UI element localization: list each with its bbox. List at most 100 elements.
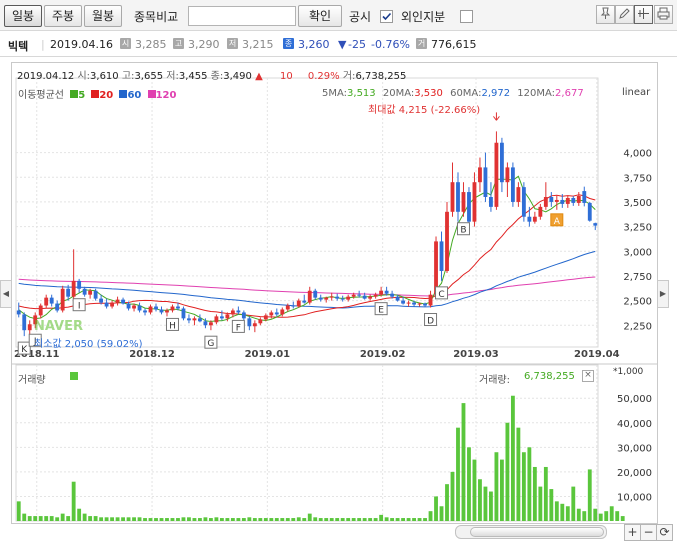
volume-bar bbox=[302, 518, 307, 521]
candle-body bbox=[450, 182, 455, 212]
candle-body bbox=[582, 191, 587, 203]
ma60-value: 2,972 bbox=[481, 88, 511, 99]
ma20-label: 20MA: bbox=[382, 88, 415, 99]
scroll-left-icon[interactable]: ◀ bbox=[0, 280, 12, 308]
zoom-in-icon[interactable]: + bbox=[624, 524, 641, 541]
volume-bar bbox=[318, 518, 323, 521]
candle-body bbox=[362, 295, 367, 299]
pen-icon[interactable] bbox=[615, 5, 634, 24]
volume-bar bbox=[285, 518, 290, 521]
chart-scrollbar[interactable] bbox=[455, 525, 607, 539]
open-badge-icon: 시 bbox=[120, 38, 131, 49]
volume-readout-value: 6,738,255 bbox=[524, 371, 575, 382]
volume-bar bbox=[225, 518, 230, 521]
price-change-pct: -0.76% bbox=[371, 38, 410, 51]
ma-values: 5MA:3,513 20MA:3,530 60MA:2,972 120MA:2,… bbox=[322, 88, 584, 99]
candle-body bbox=[176, 306, 180, 309]
candle-body bbox=[538, 206, 543, 217]
volume-close-icon[interactable]: × bbox=[582, 370, 594, 382]
candle-body bbox=[181, 308, 186, 319]
notice-checkbox[interactable] bbox=[380, 10, 393, 23]
candle-body bbox=[483, 167, 488, 197]
volume-bar bbox=[439, 506, 444, 521]
candle-body bbox=[203, 321, 208, 326]
tab-daily[interactable]: 일봉 bbox=[4, 5, 42, 27]
ma5-line bbox=[18, 175, 596, 323]
price-volume-chart[interactable]: 2,250 2,500 2,750 3,000 3,250 3,500 3,750 4,000… bbox=[12, 63, 657, 523]
candle-body bbox=[110, 302, 115, 307]
volume-bar bbox=[247, 517, 252, 521]
volume-bar bbox=[615, 511, 620, 521]
volume-bar bbox=[93, 516, 98, 521]
check-icon bbox=[382, 12, 392, 21]
volume-title: 거래량 bbox=[18, 375, 46, 386]
scale-toggle[interactable]: linear bbox=[622, 87, 650, 98]
volume-bar bbox=[214, 517, 219, 521]
compare-input[interactable] bbox=[188, 6, 296, 26]
volume-bar bbox=[565, 506, 570, 521]
price-tick-label: 3,000 bbox=[623, 247, 652, 258]
candle-body bbox=[576, 196, 581, 203]
scrollbar-thumb[interactable] bbox=[470, 527, 604, 537]
volume-bar bbox=[291, 518, 296, 521]
open-price: 3,285 bbox=[135, 38, 167, 51]
volume-bar bbox=[252, 518, 257, 521]
ohlc-close: 3,490 bbox=[223, 71, 252, 82]
refresh-icon[interactable]: ⟳ bbox=[656, 524, 673, 541]
candle-body bbox=[494, 142, 499, 207]
volume-bar bbox=[280, 518, 285, 521]
volume-bar bbox=[230, 518, 235, 521]
scroll-right-icon[interactable]: ▶ bbox=[657, 280, 669, 308]
tab-weekly[interactable]: 주봉 bbox=[44, 5, 82, 27]
volume-bar bbox=[159, 518, 164, 521]
ohlc-volume: 6,738,255 bbox=[355, 71, 407, 82]
volume-bar bbox=[121, 517, 125, 521]
tab-monthly[interactable]: 월봉 bbox=[84, 5, 122, 27]
candle-body bbox=[351, 294, 356, 297]
candle-body bbox=[285, 305, 290, 310]
ohlc-close-label: 종: bbox=[210, 71, 224, 82]
candle-body bbox=[192, 318, 197, 321]
candle-body bbox=[93, 290, 98, 299]
price-change: -25 bbox=[348, 38, 366, 51]
compare-label: 종목비교 bbox=[134, 10, 179, 24]
event-marker-label: D bbox=[427, 317, 434, 327]
volume-bar bbox=[192, 518, 197, 521]
volume-bar bbox=[428, 511, 433, 521]
candle-body bbox=[170, 306, 175, 311]
volume-bar bbox=[219, 518, 224, 521]
volume-bar bbox=[406, 518, 411, 521]
volume-bar bbox=[296, 517, 301, 521]
confirm-button[interactable]: 확인 bbox=[298, 5, 342, 27]
price-tick-label: 3,750 bbox=[623, 173, 652, 184]
volume-bar bbox=[543, 466, 548, 521]
candle-body bbox=[335, 296, 340, 299]
volume-bar bbox=[88, 516, 93, 521]
zoom-out-icon[interactable]: − bbox=[640, 524, 657, 541]
quote-bar: 빅텍 | 2019.04.16 시 3,285 고 3,290 저 3,215 … bbox=[0, 31, 677, 57]
crosshair-icon[interactable] bbox=[634, 5, 653, 24]
volume-bar bbox=[593, 508, 598, 521]
volume-bar bbox=[357, 518, 362, 521]
candle-body bbox=[22, 314, 27, 331]
volume-tick-label: 40,000 bbox=[617, 419, 652, 430]
candle-body bbox=[49, 297, 54, 304]
candle-body bbox=[132, 305, 136, 309]
candle-body bbox=[230, 310, 235, 315]
ohlc-high: 3,655 bbox=[134, 71, 164, 82]
volume-bar bbox=[307, 513, 312, 521]
volume-bar bbox=[313, 517, 318, 521]
candle-body bbox=[252, 323, 257, 327]
candle-body bbox=[499, 142, 504, 183]
pin-icon[interactable] bbox=[596, 5, 615, 24]
print-icon[interactable] bbox=[654, 5, 673, 24]
ma120-swatch bbox=[147, 90, 156, 98]
volume-bar bbox=[258, 518, 263, 521]
candle-body bbox=[296, 300, 301, 307]
candle-body bbox=[291, 305, 296, 307]
candle-body bbox=[340, 298, 345, 300]
volume-bar bbox=[340, 518, 345, 521]
volume-bar bbox=[598, 513, 603, 521]
chart-panel[interactable]: 2,250 2,500 2,750 3,000 3,250 3,500 3,750 4,000… bbox=[11, 62, 658, 524]
foreign-checkbox[interactable] bbox=[460, 10, 473, 23]
